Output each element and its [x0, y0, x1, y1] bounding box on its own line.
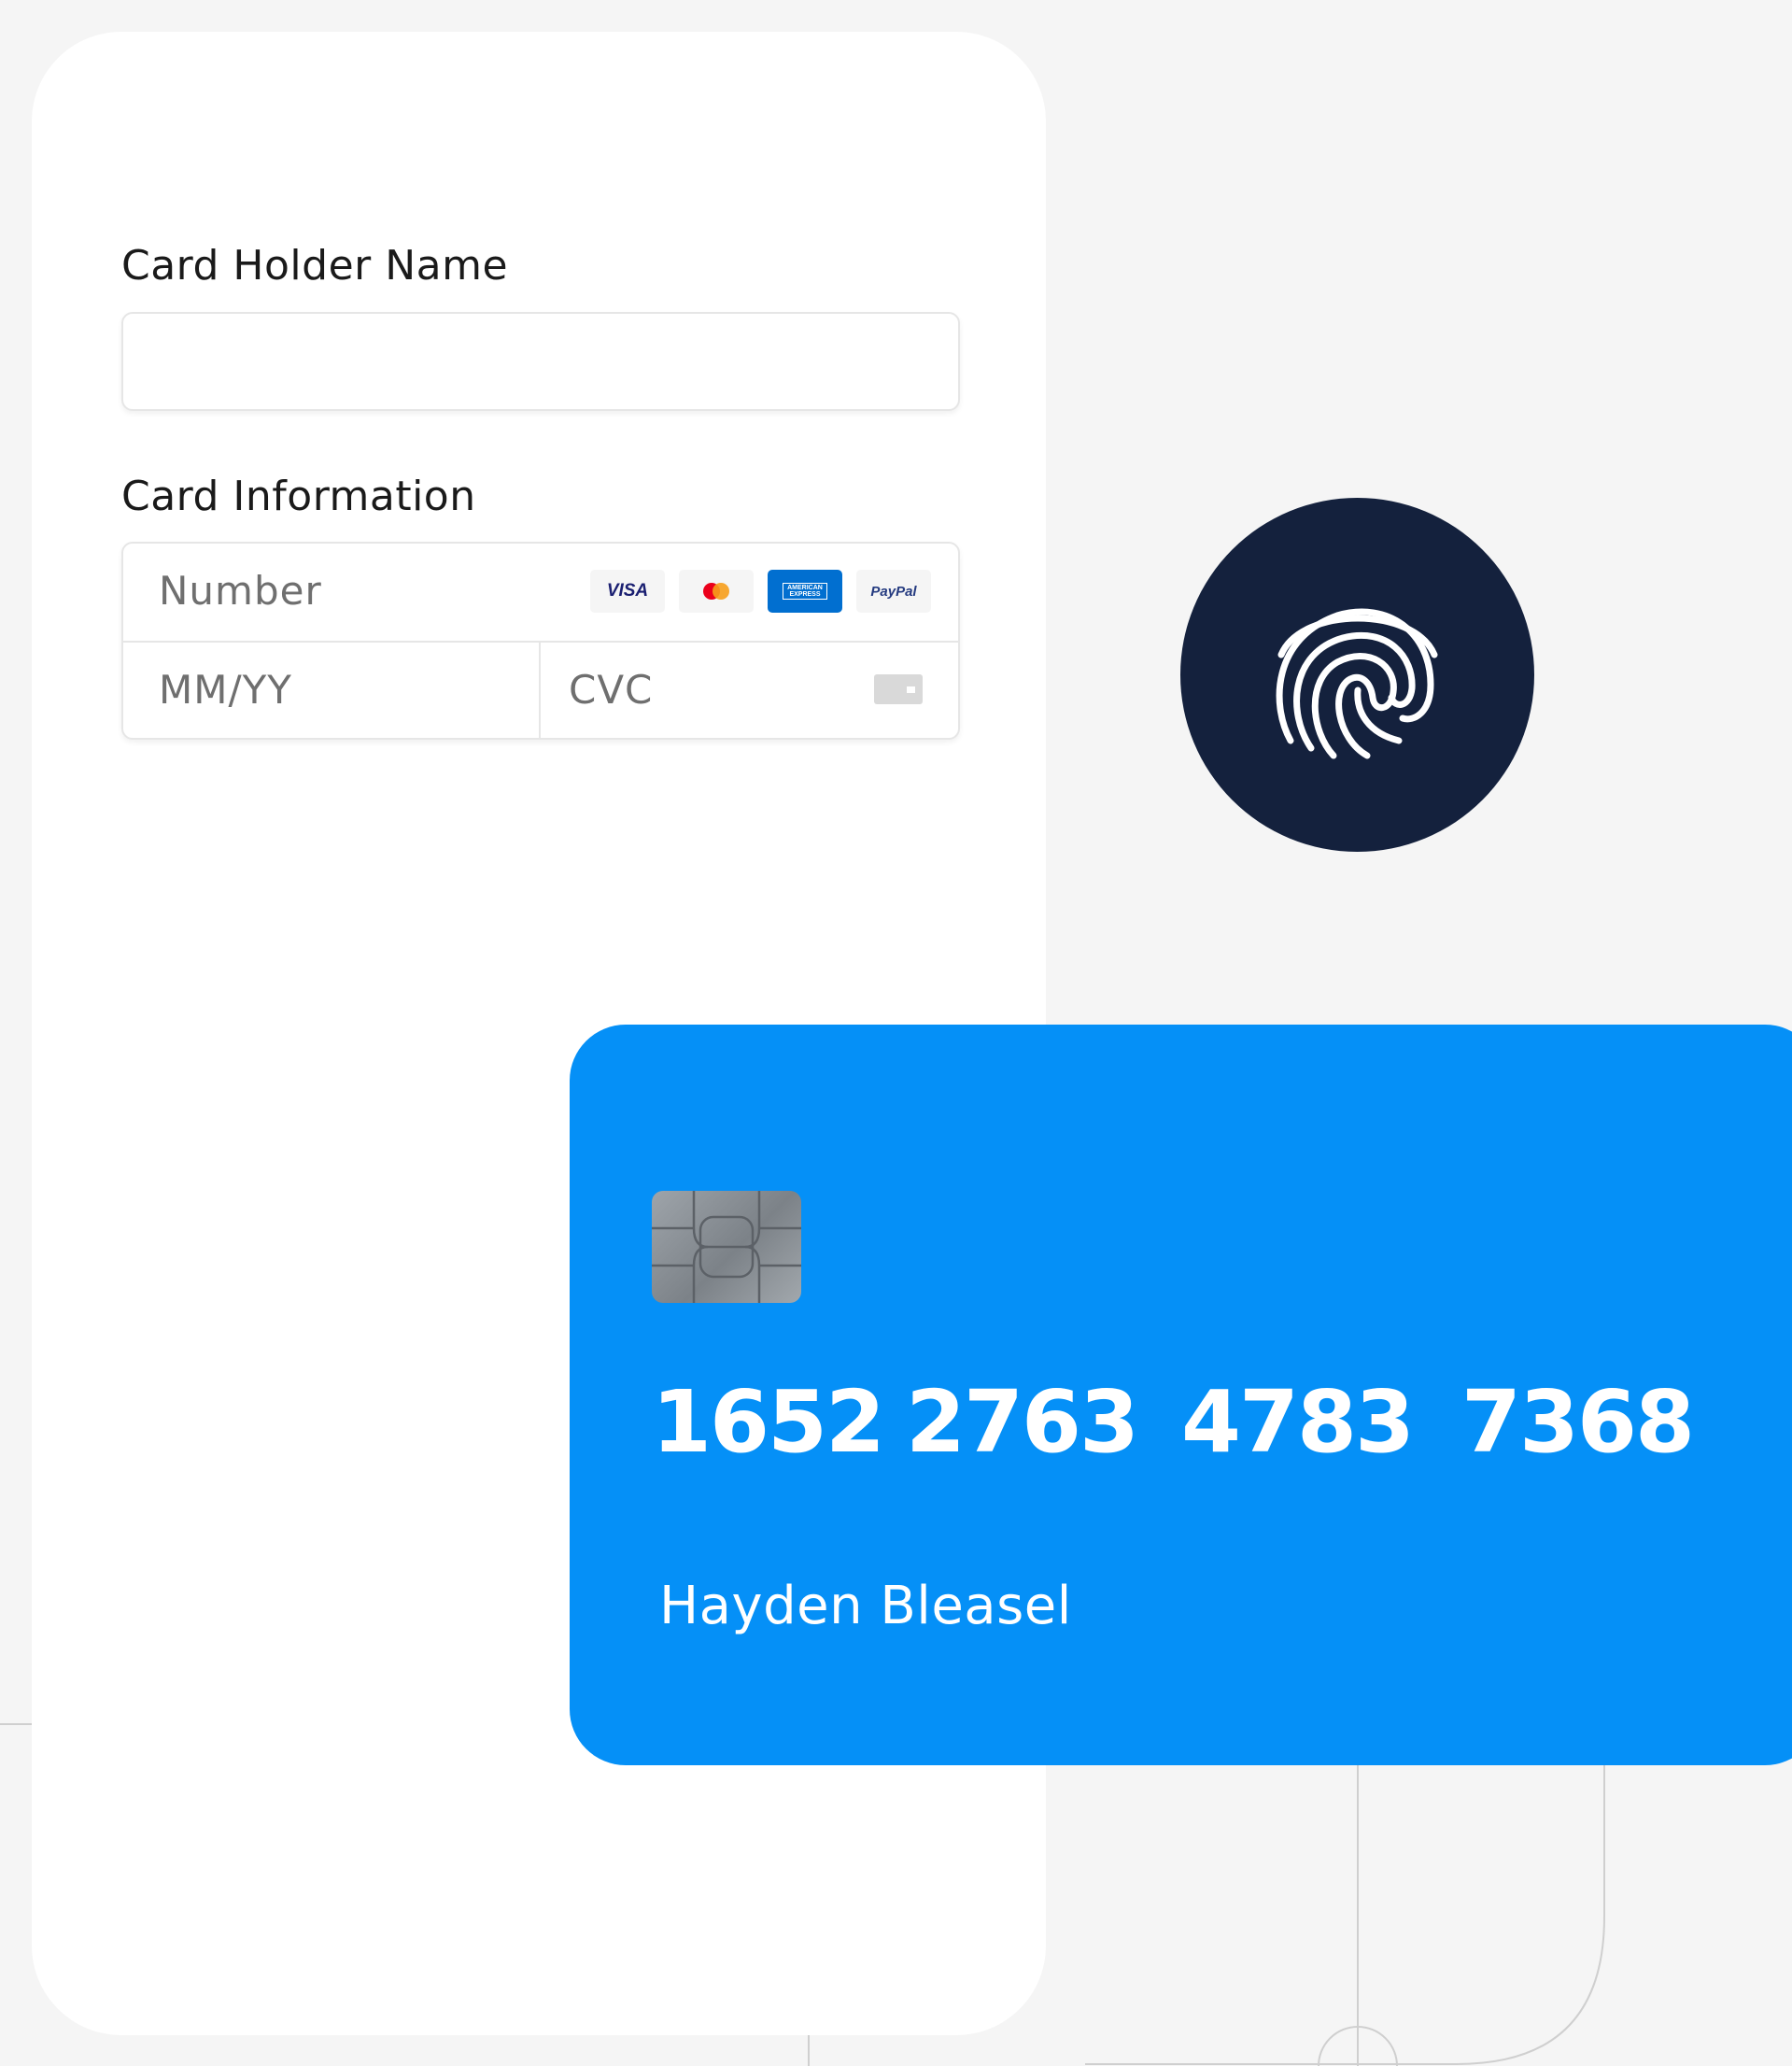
fingerprint-icon [1276, 608, 1437, 758]
paypal-logo-icon: PayPal [856, 570, 931, 613]
cvc-placeholder: CVC [569, 667, 654, 713]
expiry-input[interactable]: MM/YY [123, 641, 539, 738]
amex-logo-icon: AMERICAN EXPRESS [768, 570, 842, 613]
cvc-card-icon [874, 674, 923, 704]
card-information-label: Card Information [121, 473, 476, 520]
expiry-placeholder: MM/YY [159, 667, 292, 713]
mastercard-logo-icon [679, 570, 754, 613]
paypal-logo-text: PayPal [870, 583, 917, 600]
mastercard-circles [703, 583, 729, 600]
card-number-group-1: 1652 [652, 1372, 885, 1472]
card-holder-input[interactable] [121, 312, 960, 411]
card-holder-label: Card Holder Name [121, 242, 509, 290]
card-number-group-2: 2763 [906, 1372, 1139, 1472]
card-number-input[interactable]: Number VISA AMERICAN EXPRESS PayPal [123, 544, 958, 643]
amex-logo-text: AMERICAN EXPRESS [783, 583, 827, 600]
card-information-group: Number VISA AMERICAN EXPRESS PayPal MM/Y… [121, 542, 960, 740]
visa-logo-icon: VISA [590, 570, 665, 613]
card-holder-name: Hayden Bleasel [659, 1576, 1072, 1636]
card-number-group-3: 4783 [1181, 1372, 1415, 1472]
credit-card-preview: 1652 2763 4783 7368 Hayden Bleasel [570, 1025, 1792, 1765]
card-number-group-4: 7368 [1461, 1372, 1695, 1472]
card-number-placeholder: Number [159, 568, 322, 614]
chip-contacts [652, 1191, 801, 1303]
fingerprint-button[interactable] [1180, 498, 1534, 852]
visa-logo-text: VISA [606, 581, 649, 601]
card-chip-icon [652, 1191, 801, 1303]
